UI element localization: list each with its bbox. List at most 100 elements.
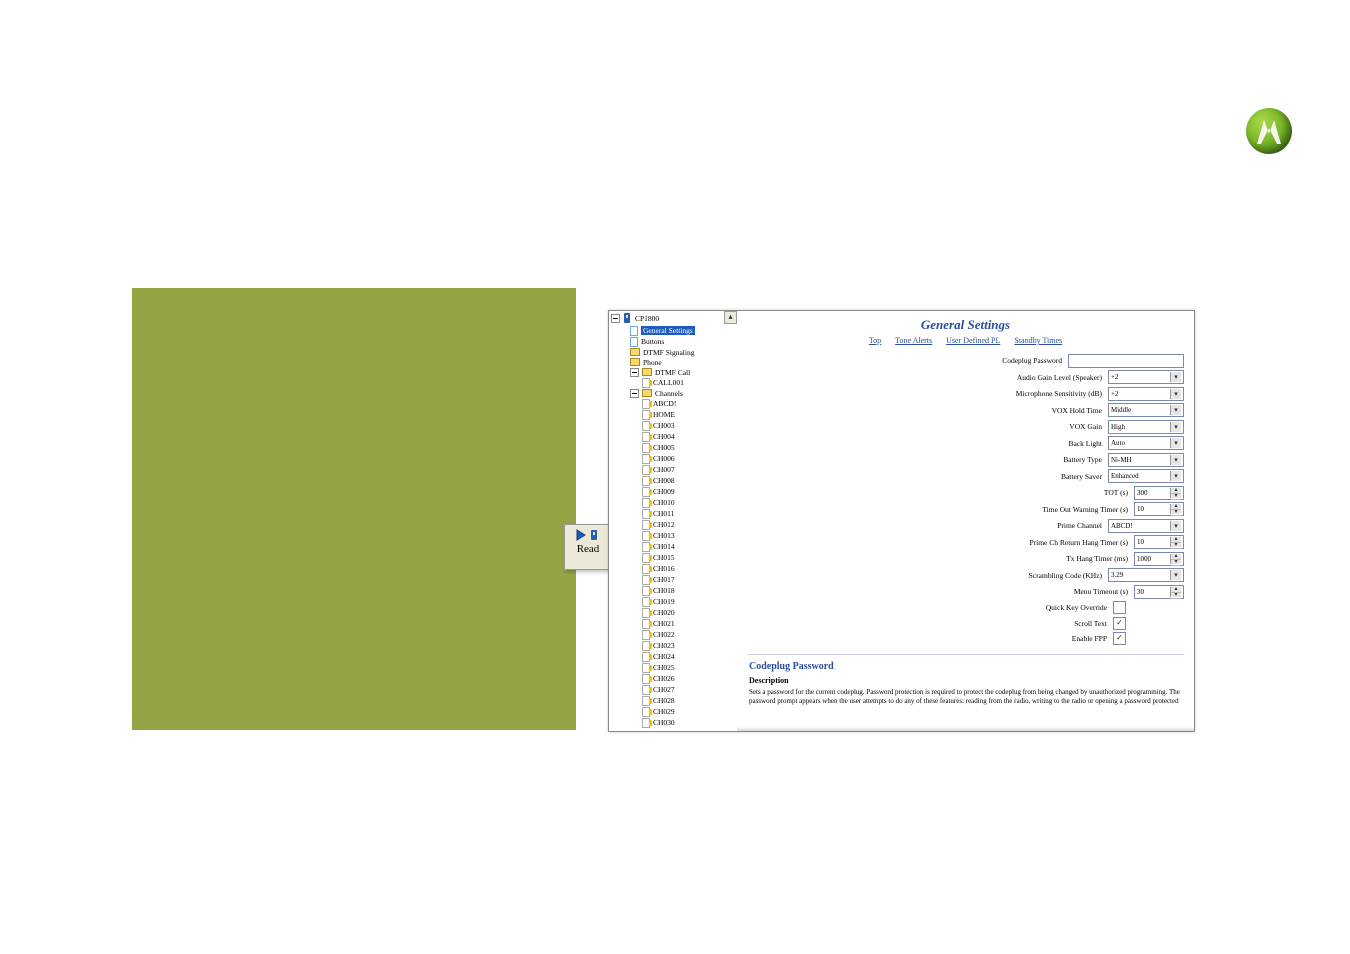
spinner-input[interactable]: 1000▴▾	[1134, 552, 1184, 566]
tree-node[interactable]: CH010	[613, 497, 737, 508]
tree-root-label[interactable]: CP1800	[635, 314, 659, 323]
tree-node[interactable]: CH004	[613, 431, 737, 442]
input-value: 3.29	[1111, 571, 1123, 579]
chevron-down-icon[interactable]: ▾	[1170, 422, 1181, 432]
tree-node[interactable]: Buttons	[613, 336, 737, 347]
tree-node[interactable]: CH025	[613, 662, 737, 673]
spinner-buttons[interactable]: ▴▾	[1170, 537, 1181, 547]
tree-node[interactable]: General Settings	[613, 325, 737, 336]
input-value: +2	[1111, 390, 1118, 398]
tree-node[interactable]: CH016	[613, 563, 737, 574]
tree-node[interactable]: DTMF Call	[613, 367, 737, 377]
setting-row: Time Out Warning Timer (s)10▴▾	[747, 502, 1184, 516]
spinner-buttons[interactable]: ▴▾	[1170, 587, 1181, 597]
input-value: 10	[1137, 505, 1144, 513]
spinner-buttons[interactable]: ▴▾	[1170, 554, 1181, 564]
chevron-down-icon[interactable]: ▾	[1170, 372, 1181, 382]
spinner-buttons[interactable]: ▴▾	[1170, 504, 1181, 514]
tree-node[interactable]: CH020	[613, 607, 737, 618]
page-icon	[642, 443, 650, 453]
chevron-down-icon[interactable]: ▾	[1170, 570, 1181, 580]
tree-node[interactable]: ABCD!	[613, 398, 737, 409]
spinner-input[interactable]: 300▴▾	[1134, 486, 1184, 500]
tree-node[interactable]: CH006	[613, 453, 737, 464]
tree-node[interactable]: CH014	[613, 541, 737, 552]
tree-node[interactable]: CH023	[613, 640, 737, 651]
checkbox[interactable]	[1113, 601, 1126, 614]
tree-node[interactable]: CH026	[613, 673, 737, 684]
spinner-input[interactable]: 30▴▾	[1134, 585, 1184, 599]
tab-user-defined-pl[interactable]: User Defined PL	[946, 336, 1000, 345]
dropdown[interactable]: ABCD!▾	[1108, 519, 1184, 533]
collapse-icon[interactable]	[630, 389, 639, 398]
tree-node[interactable]: CH013	[613, 530, 737, 541]
tree-node[interactable]: CH024	[613, 651, 737, 662]
tree-node[interactable]: CH028	[613, 695, 737, 706]
tab-top[interactable]: Top	[869, 336, 881, 345]
dropdown[interactable]: High▾	[1108, 420, 1184, 434]
tree-node-label: CH026	[653, 674, 675, 683]
tree-node[interactable]: CH019	[613, 596, 737, 607]
chevron-down-icon[interactable]: ▾	[1170, 471, 1181, 481]
page-icon	[642, 608, 650, 618]
dropdown[interactable]: Middle▾	[1108, 403, 1184, 417]
tree-node[interactable]: CH027	[613, 684, 737, 695]
chevron-down-icon[interactable]: ▾	[1170, 521, 1181, 531]
checkbox[interactable]: ✓	[1113, 617, 1126, 630]
tree-node[interactable]: CH030	[613, 717, 737, 728]
tree-node[interactable]: CH029	[613, 706, 737, 717]
tree-node[interactable]: CH017	[613, 574, 737, 585]
text-input[interactable]	[1068, 354, 1184, 368]
spinner-buttons[interactable]: ▴▾	[1170, 488, 1181, 498]
input-value: Auto	[1111, 439, 1125, 447]
tab-tone-alerts[interactable]: Tone Alerts	[895, 336, 932, 345]
tab-standby-times[interactable]: Standby Times	[1014, 336, 1062, 345]
dropdown[interactable]: +2▾	[1108, 370, 1184, 384]
dropdown[interactable]: Auto ▾	[1108, 436, 1184, 450]
tree-node[interactable]: CH021	[613, 618, 737, 629]
page-icon	[642, 718, 650, 728]
tree-node[interactable]: CH009	[613, 486, 737, 497]
spinner-input[interactable]: 10▴▾	[1134, 535, 1184, 549]
page-icon	[642, 520, 650, 530]
nav-tree[interactable]: ▴ CP1800 General SettingsButtonsDTMF Sig…	[609, 311, 738, 731]
tree-node[interactable]: CH022	[613, 629, 737, 640]
dropdown[interactable]: Enhanced▾	[1108, 469, 1184, 483]
chevron-down-icon[interactable]: ▾	[1170, 389, 1181, 399]
collapse-icon[interactable]	[611, 314, 620, 323]
tree-node[interactable]: DTMF Signaling	[613, 347, 737, 357]
chevron-down-icon[interactable]: ▾	[1170, 455, 1181, 465]
tree-node[interactable]: CH007	[613, 464, 737, 475]
tree-node-label: CH023	[653, 641, 675, 650]
tree-node[interactable]: Channels	[613, 388, 737, 398]
tree-node-label: CH025	[653, 663, 675, 672]
tree-node[interactable]: CH012	[613, 519, 737, 530]
setting-label: Prime Channel	[1057, 521, 1102, 530]
dropdown[interactable]: +2 ▾	[1108, 387, 1184, 401]
tree-node[interactable]: CH003	[613, 420, 737, 431]
setting-row: Battery SaverEnhanced▾	[747, 469, 1184, 483]
checkbox[interactable]: ✓	[1113, 632, 1126, 645]
tree-node[interactable]: CH015	[613, 552, 737, 563]
tree-node[interactable]: CH011	[613, 508, 737, 519]
read-button[interactable]: Read	[564, 524, 612, 570]
setting-row: Prime Ch Return Hang Timer (s)10▴▾	[747, 535, 1184, 549]
chevron-down-icon[interactable]: ▾	[1170, 438, 1181, 448]
page-icon	[642, 542, 650, 552]
folder-icon	[630, 348, 640, 356]
dropdown[interactable]: 3.29 ▾	[1108, 568, 1184, 582]
tree-node[interactable]: CH008	[613, 475, 737, 486]
play-icon	[576, 529, 586, 541]
tree-node[interactable]: CH005	[613, 442, 737, 453]
page-icon	[642, 707, 650, 717]
spinner-input[interactable]: 10 ▴▾	[1134, 502, 1184, 516]
collapse-icon[interactable]	[630, 368, 639, 377]
tree-scroll-up[interactable]: ▴	[724, 311, 737, 324]
tree-node[interactable]: Phone	[613, 357, 737, 367]
tree-node-label: General Settings	[641, 326, 695, 335]
chevron-down-icon[interactable]: ▾	[1170, 405, 1181, 415]
tree-node[interactable]: HOME	[613, 409, 737, 420]
tree-node[interactable]: CH018	[613, 585, 737, 596]
dropdown[interactable]: Ni-MH▾	[1108, 453, 1184, 467]
tree-node[interactable]: CALL001	[613, 377, 737, 388]
